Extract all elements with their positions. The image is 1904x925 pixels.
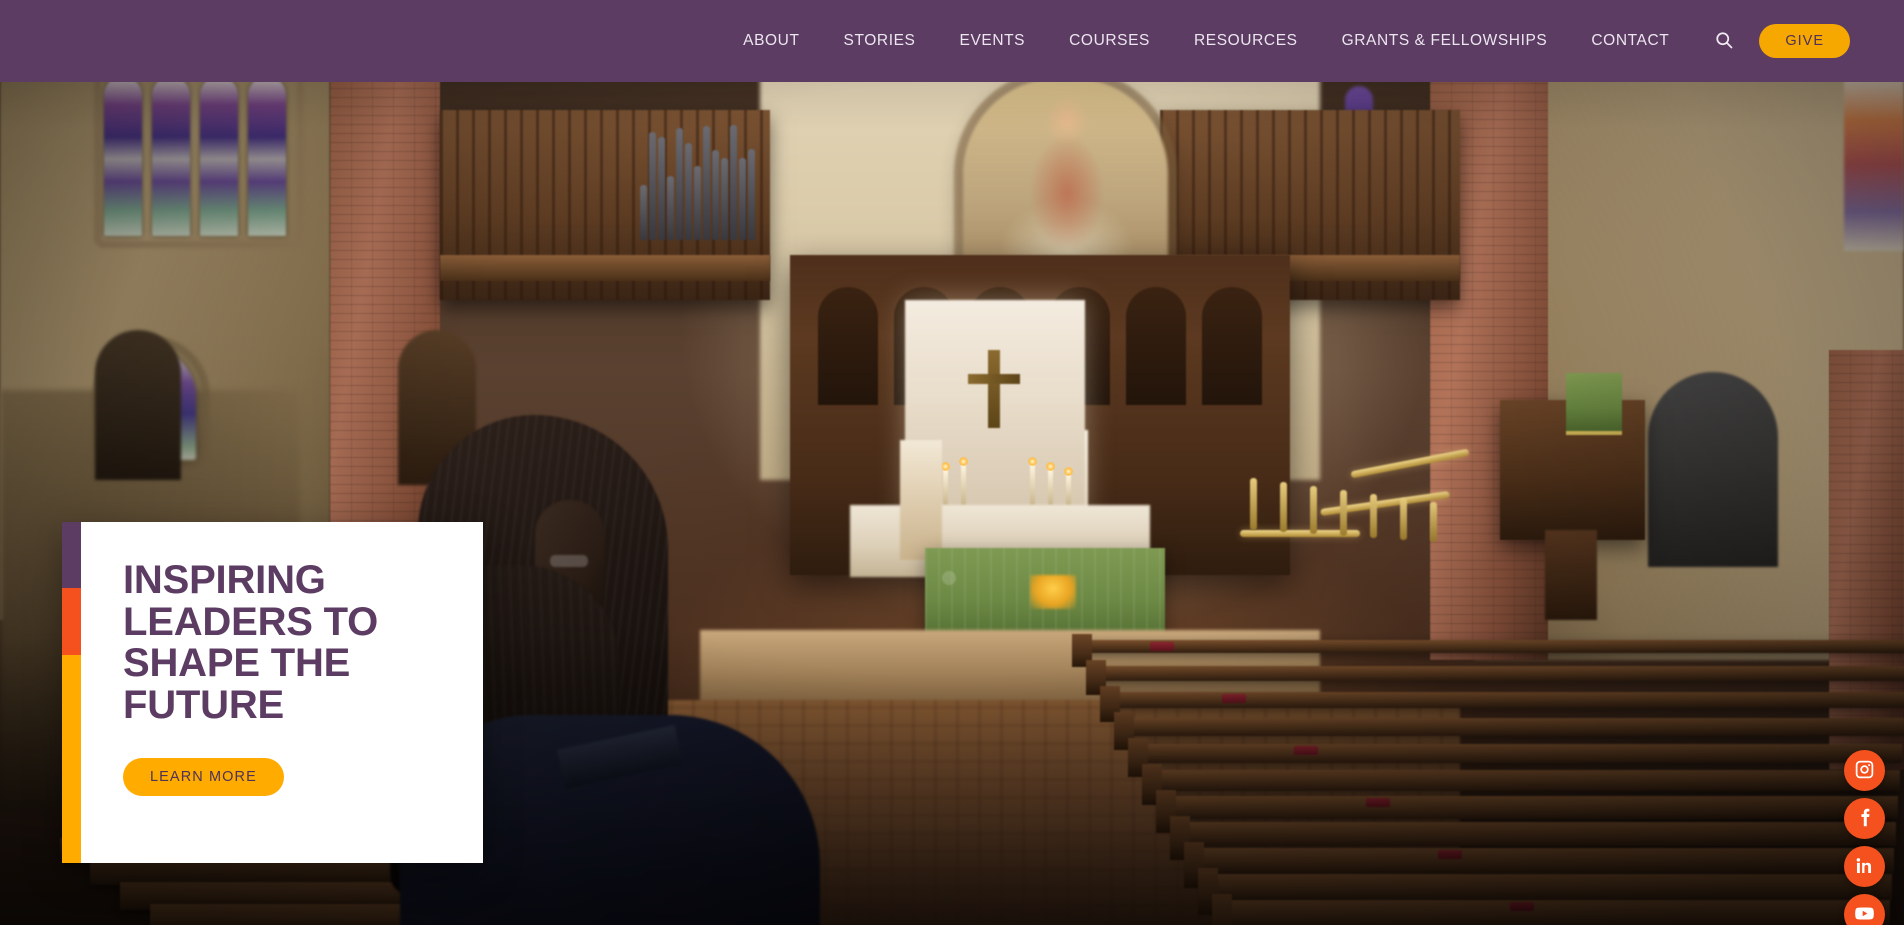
altar-cloth-emblem bbox=[1030, 575, 1076, 609]
hymnal bbox=[1366, 798, 1390, 807]
pew bbox=[1122, 718, 1904, 736]
social-link-facebook[interactable] bbox=[1844, 798, 1885, 839]
hymnal bbox=[1510, 902, 1534, 911]
pew bbox=[1206, 874, 1892, 901]
nav-link-events[interactable]: EVENTS bbox=[938, 32, 1048, 50]
pew bbox=[1150, 770, 1900, 791]
nav-link-contact[interactable]: CONTACT bbox=[1569, 32, 1691, 50]
nav-links-group: ABOUTSTORIESEVENTSCOURSESRESOURCESGRANTS… bbox=[721, 32, 1691, 50]
instagram-icon bbox=[1854, 759, 1875, 783]
hero-card-body: INSPIRING LEADERS TO SHAPE THE FUTURE LE… bbox=[81, 522, 483, 863]
pew bbox=[1192, 848, 1894, 874]
linkedin-icon bbox=[1854, 855, 1875, 879]
page-root: ABOUTSTORIESEVENTSCOURSESRESOURCESGRANTS… bbox=[0, 0, 1904, 925]
stained-glass-window-left bbox=[104, 76, 289, 236]
pew bbox=[1080, 640, 1904, 653]
pew bbox=[1136, 744, 1902, 763]
hymnal bbox=[1294, 746, 1318, 755]
nav-link-about[interactable]: ABOUT bbox=[721, 32, 821, 50]
hero-text-card: INSPIRING LEADERS TO SHAPE THE FUTURE LE… bbox=[62, 522, 483, 863]
social-link-instagram[interactable] bbox=[1844, 750, 1885, 791]
pew bbox=[1094, 666, 1904, 681]
accent-stripe-amber bbox=[62, 655, 81, 863]
altar-cross bbox=[988, 350, 1000, 428]
hymnal bbox=[1438, 850, 1462, 859]
social-media-rail bbox=[1844, 750, 1885, 925]
balcony-railing-left bbox=[440, 255, 770, 281]
youtube-icon bbox=[1854, 903, 1875, 925]
learn-more-button[interactable]: LEARN MORE bbox=[123, 758, 284, 796]
person-glasses bbox=[550, 555, 588, 567]
pew bbox=[1212, 894, 1232, 925]
processional-banner bbox=[900, 440, 942, 560]
archway-right bbox=[1648, 372, 1778, 567]
apse-mural-painting bbox=[963, 78, 1168, 273]
hymnal bbox=[1150, 642, 1174, 651]
pew bbox=[1220, 900, 1890, 925]
pulpit-green-hanging bbox=[1566, 373, 1622, 435]
pew bbox=[1178, 822, 1896, 846]
accent-stripe bbox=[62, 522, 81, 863]
hymnal bbox=[1222, 694, 1246, 703]
accent-stripe-orange bbox=[62, 588, 81, 655]
stained-glass-window-right bbox=[1844, 76, 1904, 251]
pulpit-stem bbox=[1545, 530, 1597, 620]
nav-link-stories[interactable]: STORIES bbox=[822, 32, 938, 50]
accent-stripe-purple bbox=[62, 522, 81, 588]
organ-pipes bbox=[640, 120, 760, 240]
search-icon bbox=[1714, 30, 1734, 53]
top-navigation-bar: ABOUTSTORIESEVENTSCOURSESRESOURCESGRANTS… bbox=[0, 0, 1904, 82]
search-button[interactable] bbox=[1709, 26, 1739, 56]
social-link-youtube[interactable] bbox=[1844, 894, 1885, 925]
give-button[interactable]: GIVE bbox=[1759, 24, 1850, 58]
social-link-linkedin[interactable] bbox=[1844, 846, 1885, 887]
archway-left bbox=[95, 330, 181, 480]
pew bbox=[1164, 796, 1898, 819]
nav-link-resources[interactable]: RESOURCES bbox=[1172, 32, 1320, 50]
nav-link-grants-fellowships[interactable]: GRANTS & FELLOWSHIPS bbox=[1320, 32, 1570, 50]
nav-link-courses[interactable]: COURSES bbox=[1047, 32, 1172, 50]
hero-headline: INSPIRING LEADERS TO SHAPE THE FUTURE bbox=[123, 560, 453, 726]
facebook-icon bbox=[1854, 807, 1875, 831]
